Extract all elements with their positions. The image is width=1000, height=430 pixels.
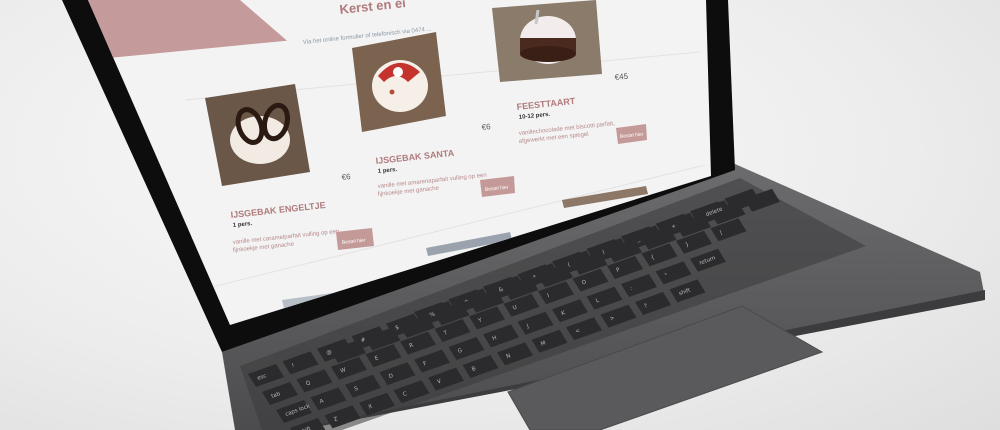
product-image-feesttaart <box>492 0 602 82</box>
product-price: €6 <box>341 172 351 182</box>
product-price: €45 <box>614 72 629 82</box>
product-price: €6 <box>481 122 491 132</box>
laptop-mockup: Kerst en ei Via het online formulier of … <box>62 0 985 430</box>
product-image-santa <box>352 32 446 132</box>
product-image-engeltje <box>205 84 310 186</box>
